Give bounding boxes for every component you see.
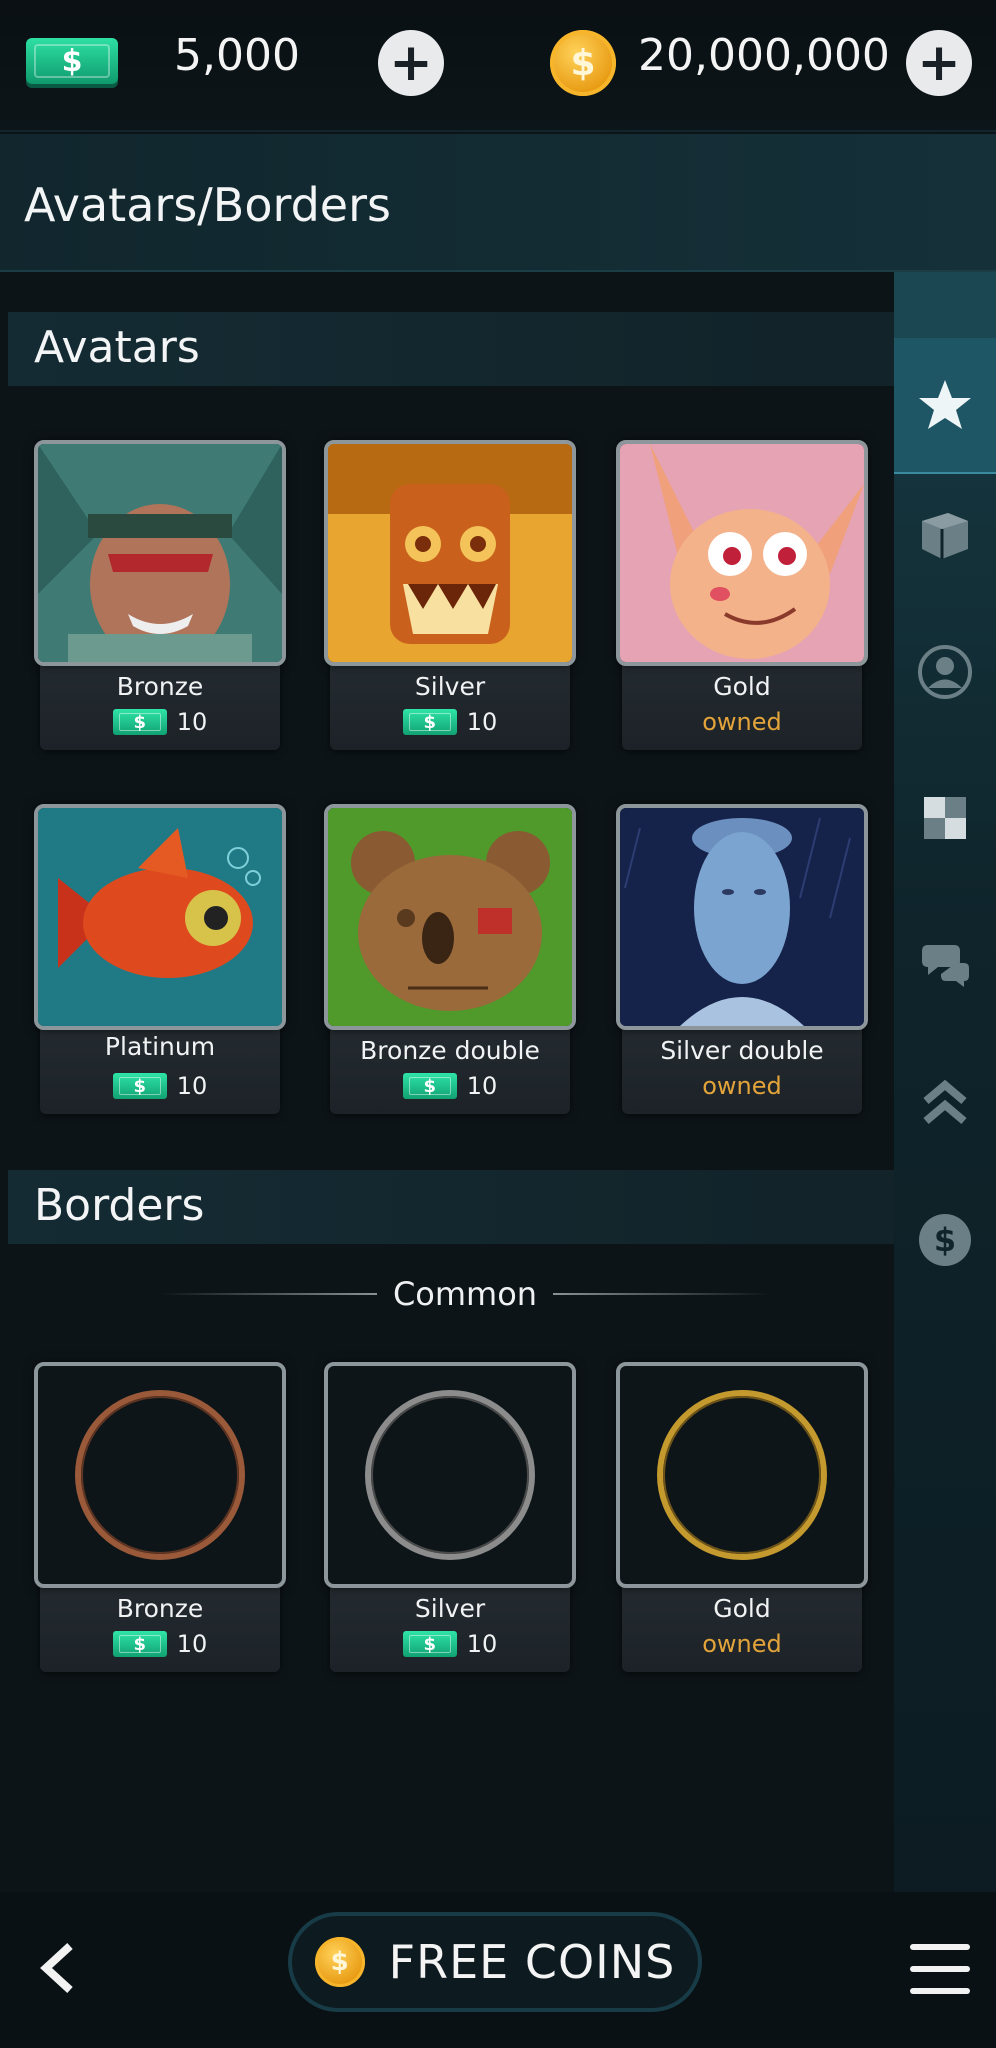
divider xyxy=(553,1293,770,1295)
avatar-image-teddy-bear xyxy=(324,804,576,1030)
rank-chevrons-icon xyxy=(923,1079,967,1125)
avatar-name: Bronze double xyxy=(360,1036,540,1065)
hamburger-line xyxy=(910,1988,970,1994)
sidebar-item-chat[interactable] xyxy=(894,896,996,1032)
avatar-name: Bronze xyxy=(116,672,204,701)
border-name: Gold xyxy=(713,1594,771,1623)
cash-icon: $ xyxy=(112,709,167,735)
sidebar-item-profile[interactable] xyxy=(894,604,996,740)
sidebar-item-boards[interactable] xyxy=(894,750,996,886)
cash-icon: $ xyxy=(402,1073,457,1099)
avatar-card-platinum[interactable]: Platinum $ 10 xyxy=(34,804,286,1114)
star-icon xyxy=(919,380,971,429)
avatar-name: Platinum xyxy=(104,1032,216,1061)
common-group-label: Common xyxy=(160,1272,770,1316)
sidebar-item-currency[interactable]: $ xyxy=(894,1172,996,1308)
chevron-left-icon xyxy=(40,1943,73,1993)
avatar-owned-status: owned xyxy=(702,708,782,736)
avatar-name: Silver xyxy=(414,672,486,701)
divider xyxy=(160,1293,377,1295)
avatar-price: $ 10 xyxy=(330,1072,570,1100)
avatars-section-header: Avatars xyxy=(8,312,894,386)
svg-text:$: $ xyxy=(934,1221,956,1259)
hamburger-line xyxy=(910,1966,970,1972)
free-coins-label: FREE COINS xyxy=(388,1935,676,1989)
back-button[interactable] xyxy=(30,1940,86,1996)
sidebar-item-avatars[interactable] xyxy=(894,338,996,474)
avatar-price: $ 10 xyxy=(40,708,280,736)
cash-balance: 5,000 xyxy=(174,30,300,81)
cash-icon: $ xyxy=(112,1073,167,1099)
avatar-price: $ 10 xyxy=(330,708,570,736)
border-preview xyxy=(34,1362,286,1588)
border-owned-status: owned xyxy=(702,1630,782,1658)
menu-button[interactable] xyxy=(910,1944,970,1994)
sidebar-top-strip xyxy=(894,272,996,338)
avatar-card-gold[interactable]: Gold owned xyxy=(616,440,868,750)
checker-icon xyxy=(924,797,966,839)
avatar-card-silver-double[interactable]: Silver double owned xyxy=(616,804,868,1114)
avatar-name: Silver double xyxy=(660,1036,824,1065)
avatar-image-blue-man xyxy=(616,804,868,1030)
add-coins-button[interactable]: + xyxy=(906,30,972,96)
page-header: Avatars/Borders xyxy=(0,134,996,272)
cash-icon: $ xyxy=(402,709,457,735)
chat-icon xyxy=(922,945,969,987)
group-label-text: Common xyxy=(392,1275,538,1313)
border-card-bronze[interactable]: Bronze $ 10 xyxy=(34,1362,286,1672)
border-preview xyxy=(616,1362,868,1588)
avatar-image-tiki-mask xyxy=(324,440,576,666)
avatar-card-bronze-double[interactable]: Bronze double $ 10 xyxy=(324,804,576,1114)
coin-icon: $ xyxy=(314,1937,365,1987)
cash-icon: $ xyxy=(26,38,118,84)
avatar-price: $ 10 xyxy=(40,1072,280,1100)
avatar-name: Gold xyxy=(713,672,771,701)
avatar-card-bronze[interactable]: Bronze $ 10 xyxy=(34,440,286,750)
border-price: $ 10 xyxy=(330,1630,570,1658)
hamburger-line xyxy=(910,1944,970,1950)
avatar-image-fish xyxy=(34,804,286,1030)
cash-icon: $ xyxy=(402,1631,457,1657)
coin-icon: $ xyxy=(550,30,616,96)
avatar-image-rabbit xyxy=(616,440,868,666)
cash-icon: $ xyxy=(112,1631,167,1657)
border-name: Bronze xyxy=(116,1594,204,1623)
border-card-gold[interactable]: Gold owned xyxy=(616,1362,868,1672)
border-preview xyxy=(324,1362,576,1588)
sidebar-item-rank[interactable] xyxy=(894,1034,996,1170)
page-title: Avatars/Borders xyxy=(24,178,391,232)
avatar-owned-status: owned xyxy=(702,1072,782,1100)
sidebar-item-items[interactable] xyxy=(894,466,996,602)
avatars-section-title: Avatars xyxy=(34,322,200,373)
free-coins-button[interactable]: $ FREE COINS xyxy=(288,1912,702,2012)
cube-icon xyxy=(922,513,968,559)
avatar-image-chief xyxy=(34,440,286,666)
borders-section-header: Borders xyxy=(8,1170,894,1244)
avatar-card-silver[interactable]: Silver $ 10 xyxy=(324,440,576,750)
coin-balance: 20,000,000 xyxy=(638,30,890,81)
add-cash-button[interactable]: + xyxy=(378,30,444,96)
borders-section-title: Borders xyxy=(34,1180,205,1231)
dollar-icon: $ xyxy=(919,1214,971,1266)
border-name: Silver xyxy=(414,1594,486,1623)
user-icon xyxy=(918,645,972,699)
border-card-silver[interactable]: Silver $ 10 xyxy=(324,1362,576,1672)
top-bar: $ 5,000 + $ 20,000,000 + xyxy=(0,0,996,132)
border-price: $ 10 xyxy=(40,1630,280,1658)
